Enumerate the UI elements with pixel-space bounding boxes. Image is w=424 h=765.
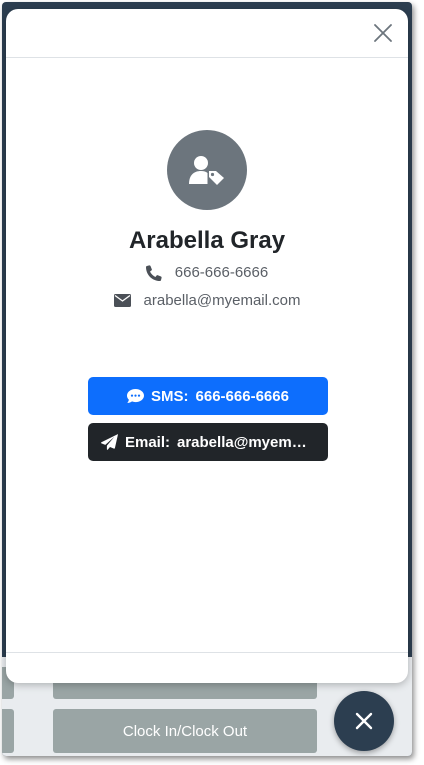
close-icon [374, 24, 392, 42]
close-icon [355, 712, 373, 730]
email-address: arabella@myemail.com [143, 292, 301, 309]
sms-label: SMS: [151, 387, 189, 405]
modal-header [6, 9, 408, 58]
modal-footer-divider [6, 652, 408, 653]
app-window: Clock In/Clock Out Arabella Gray 666-666… [2, 2, 412, 756]
close-fab-button[interactable] [334, 691, 394, 751]
modal-close-button[interactable] [372, 22, 394, 44]
phone-icon [145, 264, 162, 281]
user-tag-icon [189, 156, 224, 185]
email-label: Email: [124, 433, 170, 451]
email-row: arabella@myemail.com [6, 292, 408, 309]
background-tile [2, 709, 14, 753]
avatar [167, 130, 247, 210]
contact-name: Arabella Gray [128, 227, 286, 254]
comment-dots-icon [127, 388, 145, 404]
phone-row: 666-666-6666 [6, 264, 408, 281]
sms-button[interactable]: SMS: 666-666-6666 [88, 377, 328, 415]
paper-plane-icon [101, 434, 118, 450]
email-button[interactable]: Email: arabella@myemail.com [88, 423, 328, 461]
phone-number: 666-666-6666 [174, 264, 269, 281]
envelope-icon [113, 294, 131, 307]
contact-modal: Arabella Gray 666-666-6666 arabella@myem… [6, 9, 408, 683]
email-value: arabella@myemail.com [177, 433, 315, 451]
sms-value: 666-666-6666 [195, 387, 289, 405]
clock-in-out-button[interactable]: Clock In/Clock Out [53, 709, 317, 753]
